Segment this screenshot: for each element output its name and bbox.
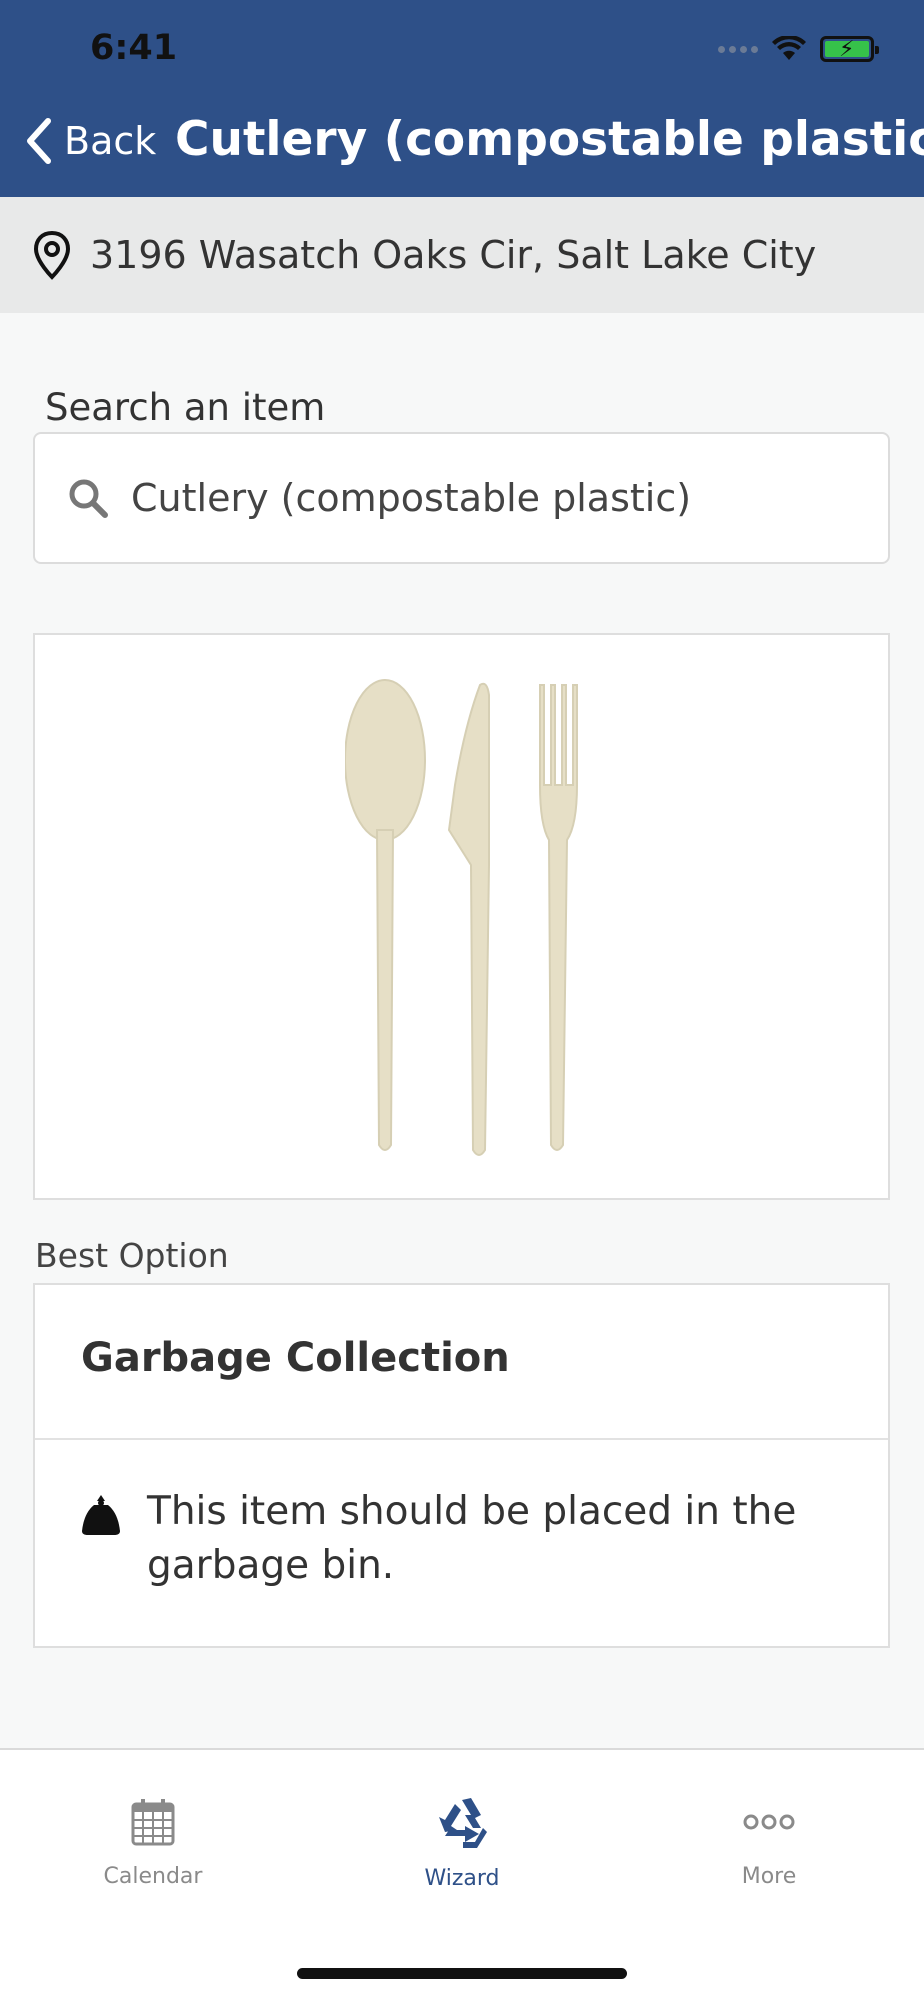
search-label: Search an item: [45, 386, 326, 429]
tab-more-label: More: [741, 1864, 797, 1889]
divider: [35, 1438, 888, 1440]
garbage-bag-icon: [82, 1495, 120, 1535]
status-icons: ⚡: [718, 36, 879, 62]
tab-calendar[interactable]: Calendar: [53, 1798, 253, 1889]
more-icon: [743, 1814, 795, 1830]
status-time: 6:41: [90, 28, 178, 68]
recycle-icon: [439, 1798, 487, 1848]
back-label: Back: [64, 119, 157, 163]
tab-wizard-label: Wizard: [424, 1866, 500, 1891]
best-option-label: Best Option: [35, 1236, 229, 1275]
search-icon: [69, 479, 108, 518]
back-button[interactable]: Back: [26, 118, 156, 164]
page-title: Cutlery (compostable plastic): [175, 112, 924, 167]
battery-icon: ⚡: [820, 36, 879, 62]
home-indicator[interactable]: [297, 1968, 627, 1979]
address-text: 3196 Wasatch Oaks Cir, Salt Lake City: [90, 233, 817, 277]
chevron-left-icon: [27, 118, 51, 164]
tab-bar: Calendar Wizard More: [0, 1748, 924, 2000]
location-pin-icon: [33, 230, 71, 280]
item-image-card: [33, 633, 890, 1200]
app-header: 6:41 ⚡ Back Cutlery (compostable plastic…: [0, 0, 924, 197]
option-title: Garbage Collection: [81, 1335, 510, 1381]
tab-more[interactable]: More: [669, 1798, 869, 1889]
search-box[interactable]: [33, 432, 890, 564]
tab-calendar-label: Calendar: [103, 1864, 203, 1889]
search-input[interactable]: [131, 476, 831, 520]
tab-wizard[interactable]: Wizard: [362, 1798, 562, 1891]
calendar-icon: [131, 1799, 175, 1846]
option-description: This item should be placed in the garbag…: [147, 1489, 797, 1588]
disposal-option-card[interactable]: Garbage Collection This item should be p…: [33, 1283, 890, 1648]
wifi-icon: [772, 36, 806, 60]
location-bar[interactable]: 3196 Wasatch Oaks Cir, Salt Lake City: [0, 197, 924, 313]
cellular-signal-icon: [718, 45, 758, 53]
cutlery-image: [345, 679, 578, 1156]
